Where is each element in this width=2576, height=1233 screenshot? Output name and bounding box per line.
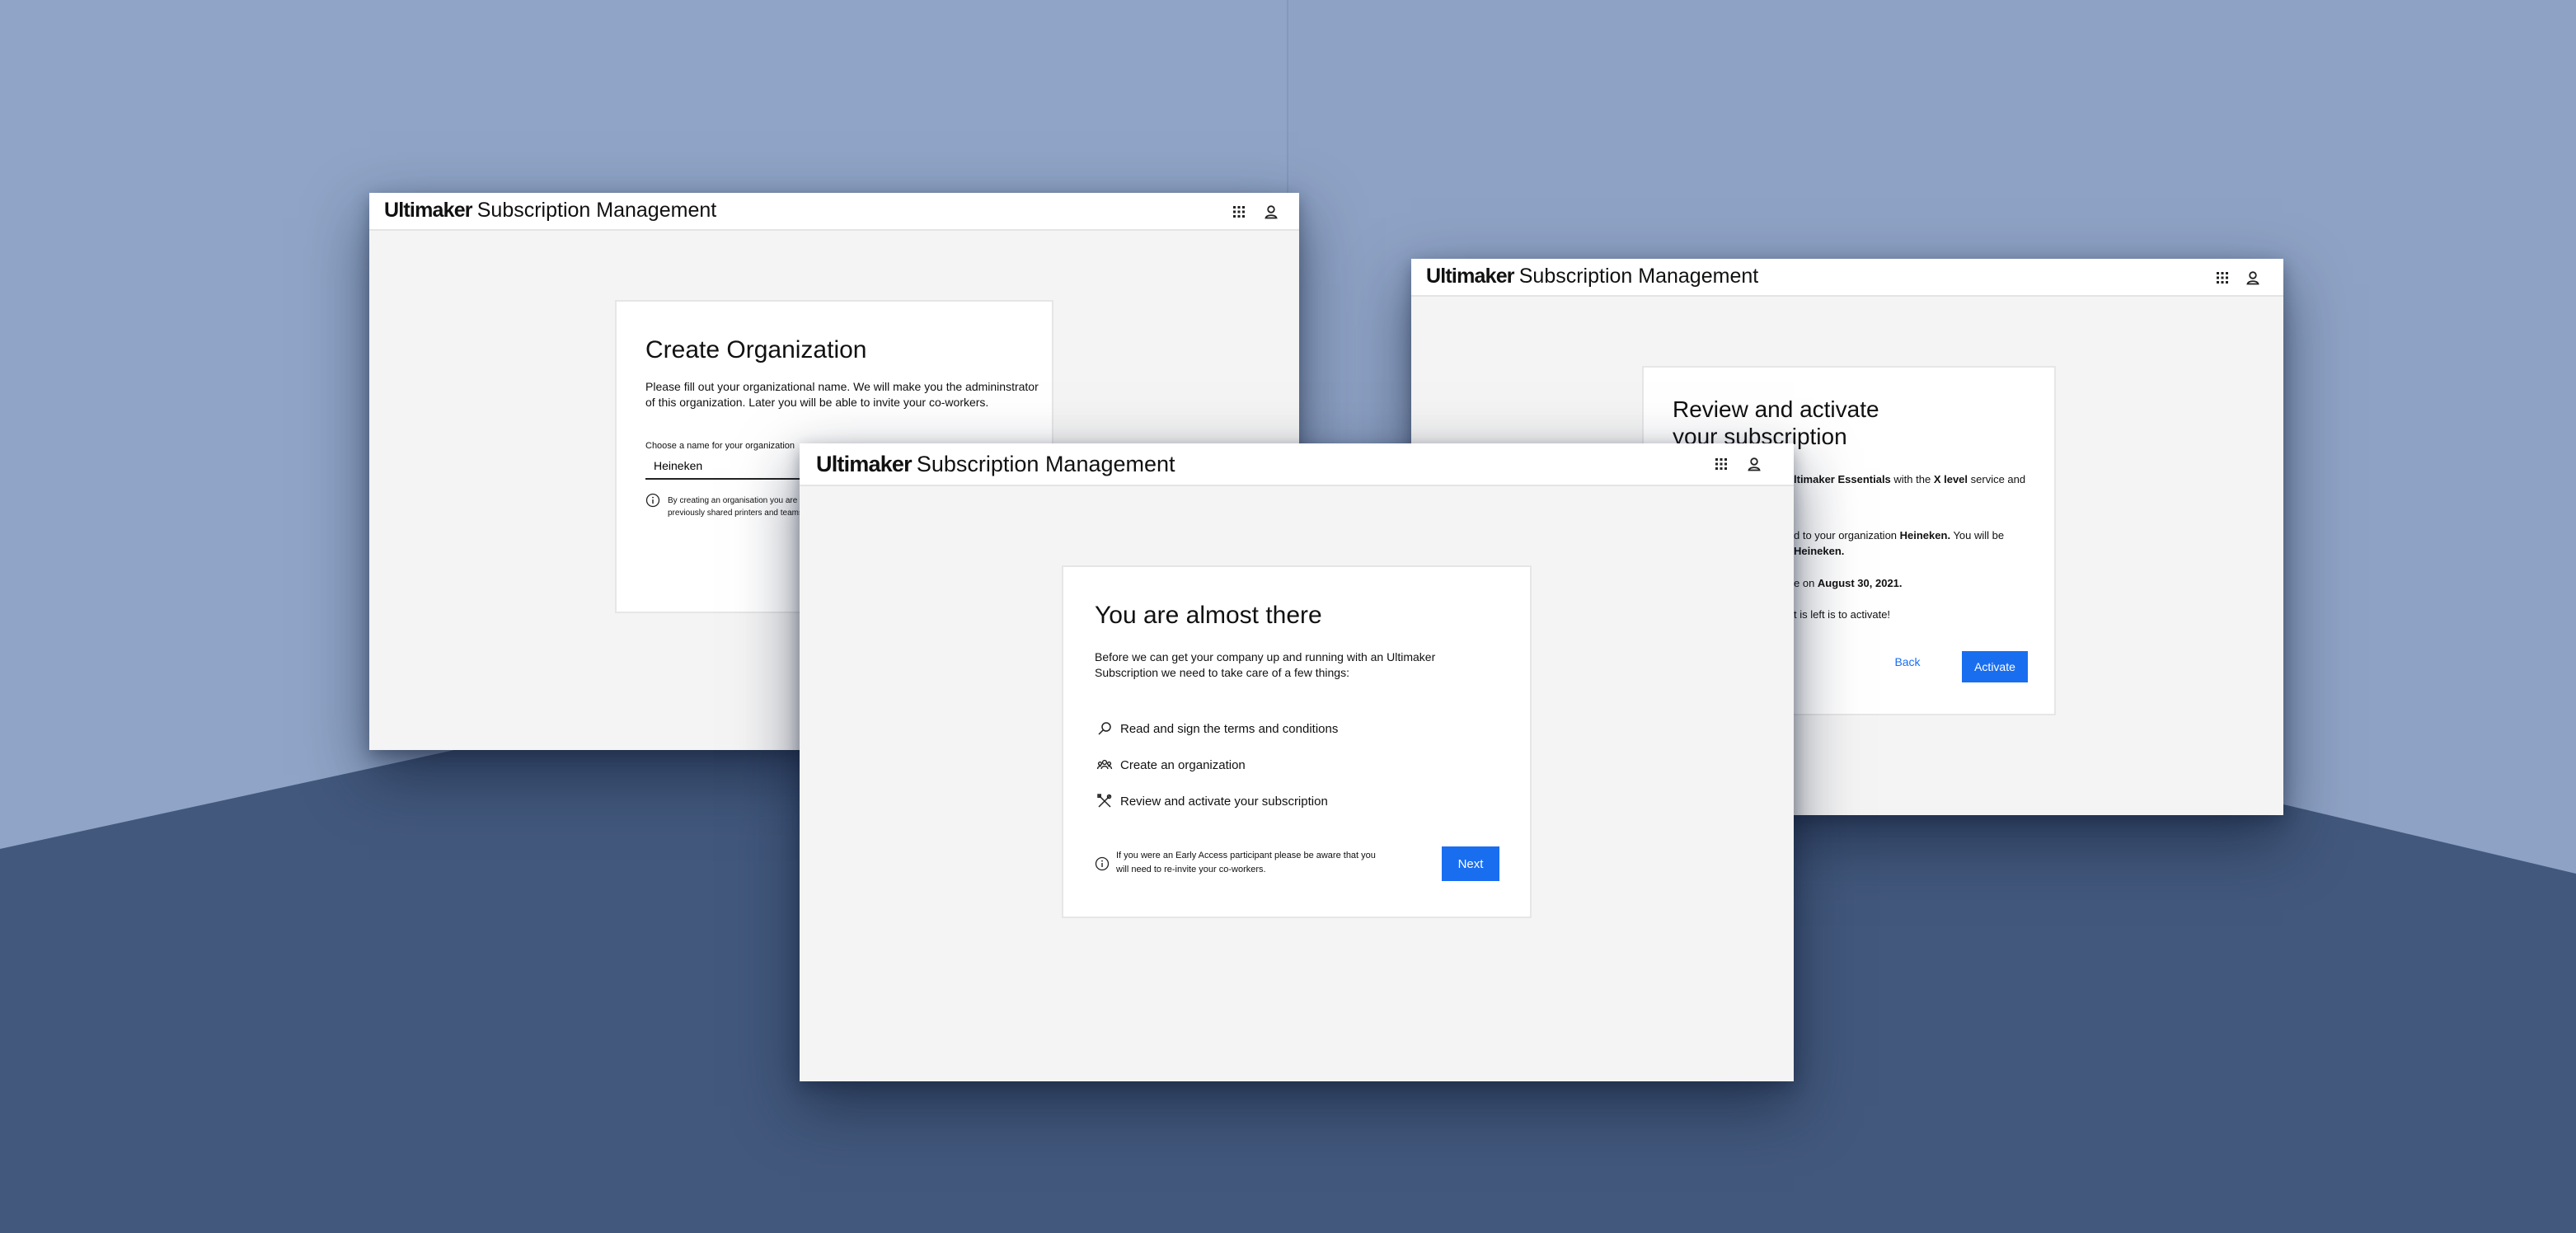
brand: Ultimaker Subscription Management [816,452,1175,477]
organization-name: Heineken. [1794,545,1845,557]
onboarding-window: Ultimaker Subscription Management You are… [800,443,1794,1081]
brand: Ultimaker Subscription Management [1426,265,1758,288]
ultimaker-logo: Ultimaker [384,199,473,222]
grid-icon[interactable] [2213,269,2231,287]
page-title: Create Organization [645,336,867,363]
field-label: Choose a name for your organization [645,441,795,451]
user-icon[interactable] [2244,269,2262,287]
description: Please fill out your organizational name… [645,380,1039,393]
user-icon[interactable] [1262,203,1280,221]
intro-text: Subscription we need to take care of a f… [1095,666,1349,679]
step-label: Read and sign the terms and conditions [1120,721,1339,736]
step-label: Create an organization [1120,757,1246,772]
people-icon [1096,757,1113,773]
brand: Ultimaker Subscription Management [384,199,716,223]
product-name: Subscription Management [916,452,1175,476]
grid-icon[interactable] [1712,455,1730,473]
activate-hint: t is left is to activate! [1794,608,1891,621]
renewal-date: e on August 30, 2021. [1794,577,1903,589]
user-icon[interactable] [1745,455,1763,473]
product-name: Subscription Management [476,199,717,222]
ultimaker-logo: Ultimaker [816,452,913,476]
next-button[interactable]: Next [1442,846,1499,881]
info-icon [1095,856,1110,871]
app-header: Ultimaker Subscription Management [1411,259,2283,297]
ownership-note: previously shared printers and teams [668,509,803,518]
step-activate: Review and activate your subscription [1096,792,1328,810]
subscription-summary: ltimaker Essentials with the X level ser… [1794,473,2026,485]
back-button[interactable]: Back [1891,653,1924,671]
step-terms: Read and sign the terms and conditions [1096,720,1338,738]
page-title: Review and activate [1673,396,1879,422]
organization-summary: d to your organization Heineken. You wil… [1794,529,2005,541]
page-title: You are almost there [1095,602,1322,629]
product-name: Subscription Management [1518,265,1759,288]
app-header: Ultimaker Subscription Management [369,193,1299,231]
tools-icon [1096,793,1113,809]
description: of this organization. Later you will be … [645,396,989,409]
step-organization: Create an organization [1096,756,1246,774]
app-header: Ultimaker Subscription Management [800,443,1794,486]
intro-text: Before we can get your company up and ru… [1095,650,1436,663]
step-label: Review and activate your subscription [1120,794,1328,809]
ultimaker-logo: Ultimaker [1426,265,1515,288]
early-access-note: will need to re-invite your co-workers. [1116,865,1266,874]
ownership-note: By creating an organisation you are b [668,496,805,505]
onboarding-card: You are almost there Before we can get y… [1062,565,1532,918]
activate-button[interactable]: Activate [1962,651,2028,682]
early-access-note: If you were an Early Access participant … [1116,851,1376,860]
grid-icon[interactable] [1230,203,1248,221]
magnifier-icon [1096,720,1113,737]
info-icon [645,493,660,508]
